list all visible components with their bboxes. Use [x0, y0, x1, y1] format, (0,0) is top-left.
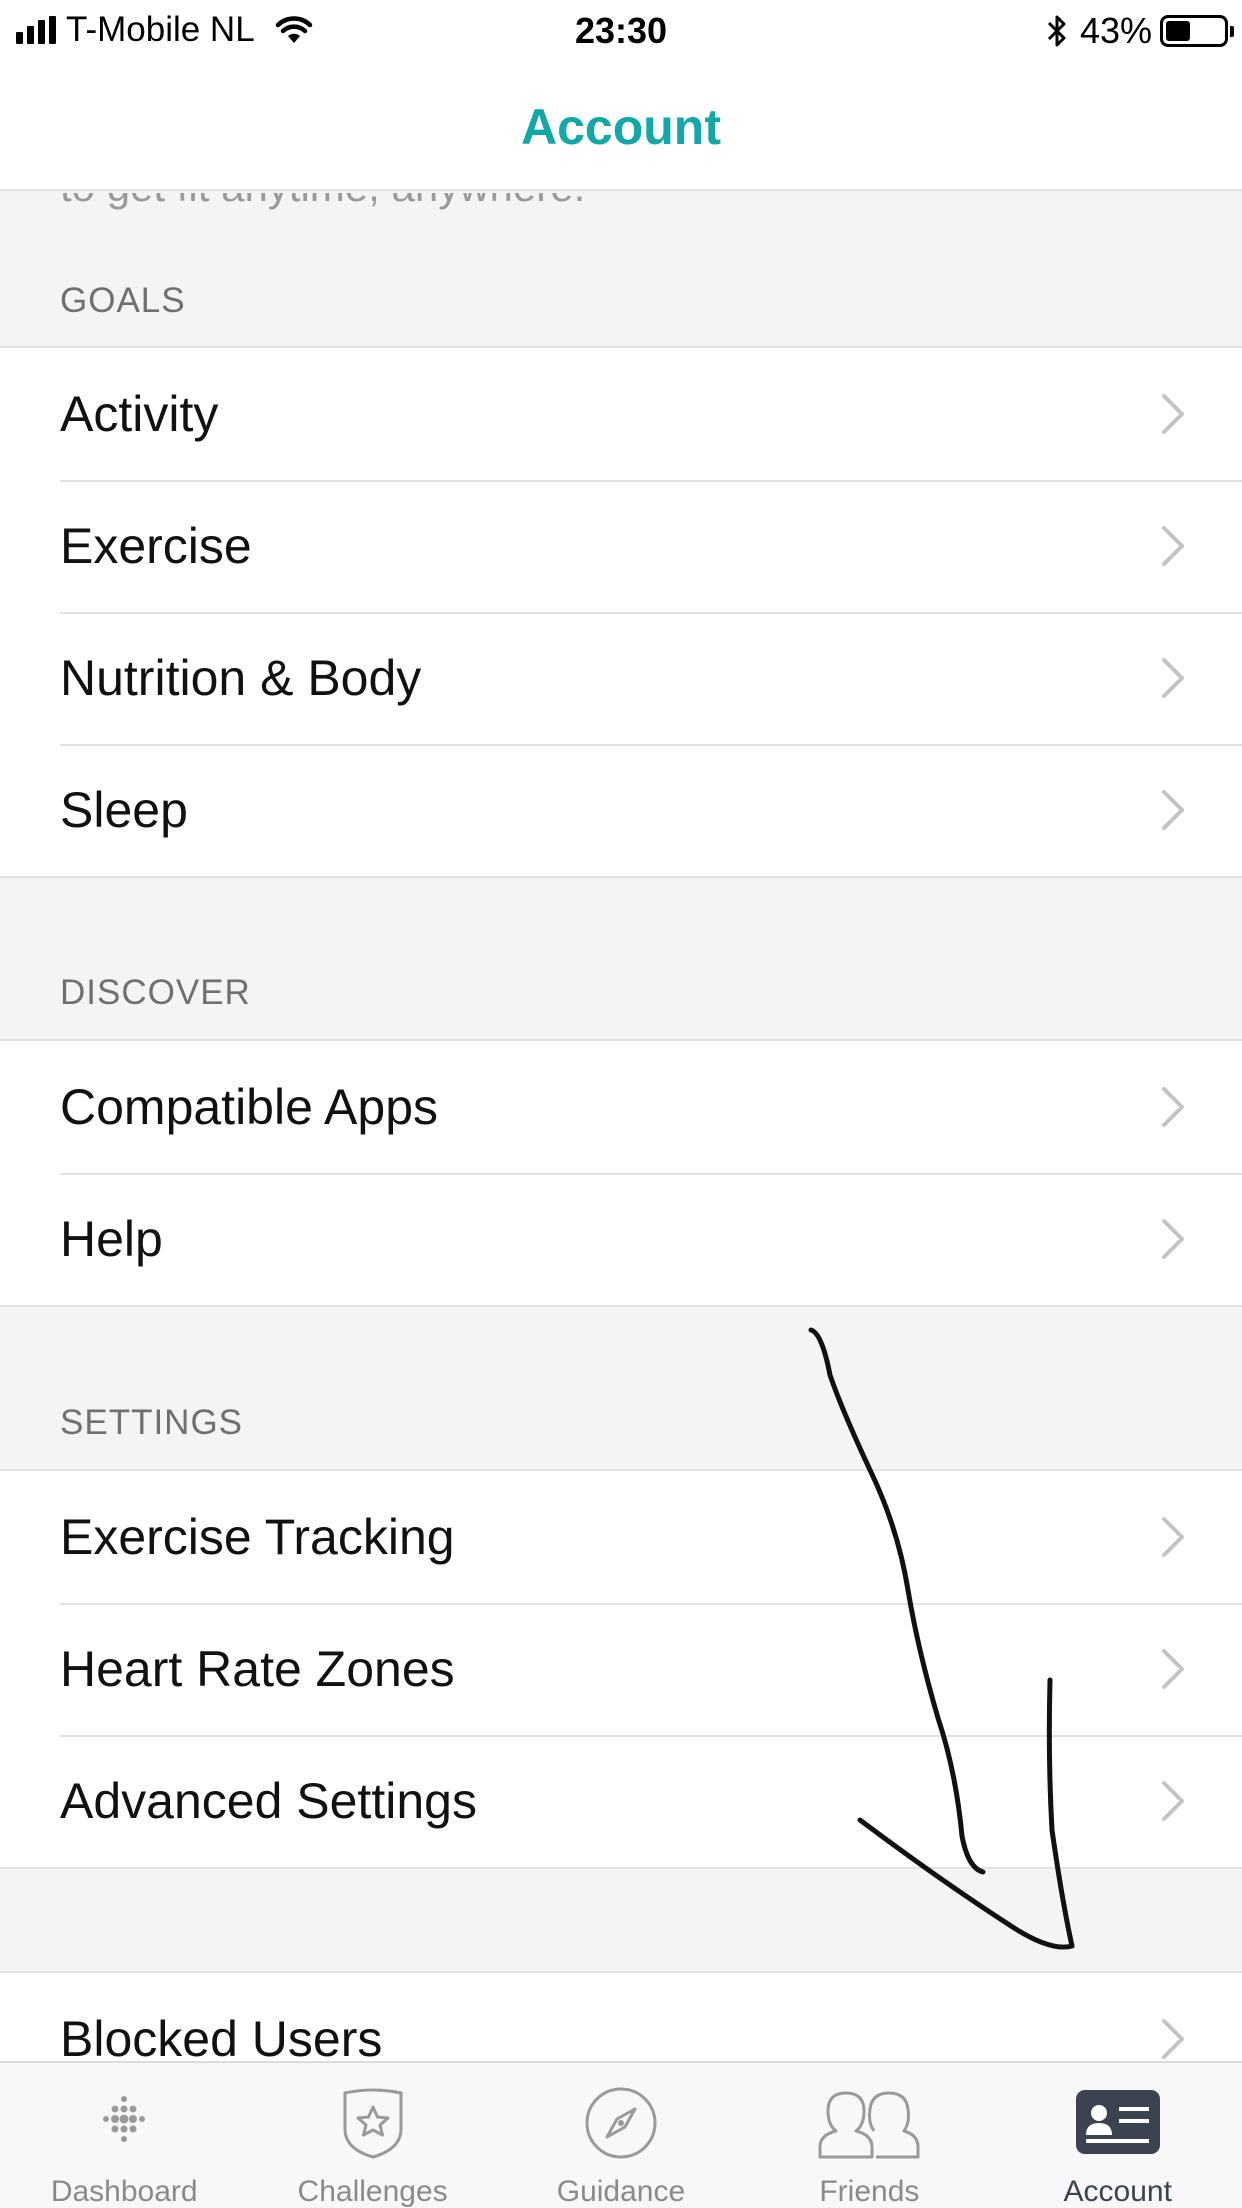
- discover-group: Compatible Apps Help: [0, 1039, 1242, 1307]
- tab-friends[interactable]: Friends: [745, 2063, 993, 2208]
- list-item-label: Blocked Users: [60, 2011, 383, 2061]
- list-item-label: Exercise Tracking: [60, 1509, 455, 1565]
- chevron-right-icon: [1162, 1219, 1184, 1259]
- battery-icon: [1160, 15, 1234, 47]
- section-header-discover: DISCOVER: [60, 973, 251, 1012]
- chevron-right-icon: [1162, 394, 1184, 434]
- dots-grid-icon: [103, 2096, 146, 2142]
- list-item-label: Help: [60, 1211, 163, 1267]
- chevron-right-icon: [1162, 526, 1184, 566]
- tab-label: Dashboard: [50, 2175, 198, 2208]
- friends-icon: [818, 2091, 920, 2159]
- chevron-right-icon: [1162, 1517, 1184, 1557]
- list-item-blocked-users[interactable]: Blocked Users: [0, 1973, 1242, 2061]
- battery-percent: 43%: [1079, 10, 1152, 51]
- list-item-heart-rate-zones[interactable]: Heart Rate Zones: [0, 1603, 1242, 1735]
- blocked-group: Blocked Users: [0, 1971, 1242, 2061]
- chevron-right-icon: [1162, 1649, 1184, 1689]
- chevron-right-icon: [1162, 1087, 1184, 1127]
- compass-icon: [585, 2087, 657, 2159]
- list-item-label: Advanced Settings: [60, 1773, 477, 1829]
- account-list[interactable]: to get fit anytime, anywhere. GOALS Acti…: [0, 193, 1242, 2061]
- tab-label: Guidance: [556, 2175, 686, 2208]
- list-item-label: Sleep: [60, 782, 188, 838]
- list-item-label: Compatible Apps: [60, 1079, 439, 1135]
- goals-group: Activity Exercise Nutrition & Body Sleep: [0, 346, 1242, 878]
- page-title: Account: [521, 99, 721, 155]
- list-item-sleep[interactable]: Sleep: [0, 744, 1242, 876]
- chevron-right-icon: [1162, 658, 1184, 698]
- status-bar-right: 43%: [1046, 10, 1234, 52]
- tab-bar: Dashboard Challenges Guidance Friends Ac…: [0, 2061, 1242, 2208]
- star-badge-icon: [343, 2088, 403, 2159]
- list-item-label: Heart Rate Zones: [60, 1641, 455, 1697]
- list-item-label: Activity: [60, 386, 219, 442]
- section-header-settings: SETTINGS: [60, 1403, 244, 1442]
- tab-challenges[interactable]: Challenges: [248, 2063, 496, 2208]
- navigation-bar: Account: [0, 64, 1242, 191]
- list-item-help[interactable]: Help: [0, 1173, 1242, 1305]
- chevron-right-icon: [1162, 790, 1184, 830]
- list-item-compatible-apps[interactable]: Compatible Apps: [0, 1041, 1242, 1173]
- tab-dashboard[interactable]: Dashboard: [0, 2063, 248, 2208]
- list-item-label: Exercise: [60, 518, 252, 574]
- list-item-label: Nutrition & Body: [60, 650, 422, 706]
- list-item-exercise-tracking[interactable]: Exercise Tracking: [0, 1471, 1242, 1603]
- list-item-exercise[interactable]: Exercise: [0, 480, 1242, 612]
- tab-guidance[interactable]: Guidance: [497, 2063, 745, 2208]
- list-item-activity[interactable]: Activity: [0, 348, 1242, 480]
- cut-off-description: to get fit anytime, anywhere.: [60, 193, 585, 211]
- settings-group: Exercise Tracking Heart Rate Zones Advan…: [0, 1469, 1242, 1869]
- battery-fill: [1166, 21, 1191, 41]
- status-bar: T-Mobile NL 23:30 43%: [0, 0, 1242, 64]
- account-card-icon: [1075, 2090, 1160, 2154]
- tab-account[interactable]: Account: [994, 2063, 1242, 2208]
- tab-label: Challenges: [297, 2175, 448, 2208]
- section-header-goals: GOALS: [60, 281, 186, 320]
- tab-label: Account: [1063, 2175, 1172, 2208]
- list-item-nutrition-body[interactable]: Nutrition & Body: [0, 612, 1242, 744]
- chevron-right-icon: [1162, 1781, 1184, 1821]
- chevron-right-icon: [1162, 2019, 1184, 2059]
- bluetooth-icon: [1047, 15, 1066, 47]
- tab-label: Friends: [819, 2175, 920, 2208]
- list-item-advanced-settings[interactable]: Advanced Settings: [0, 1735, 1242, 1867]
